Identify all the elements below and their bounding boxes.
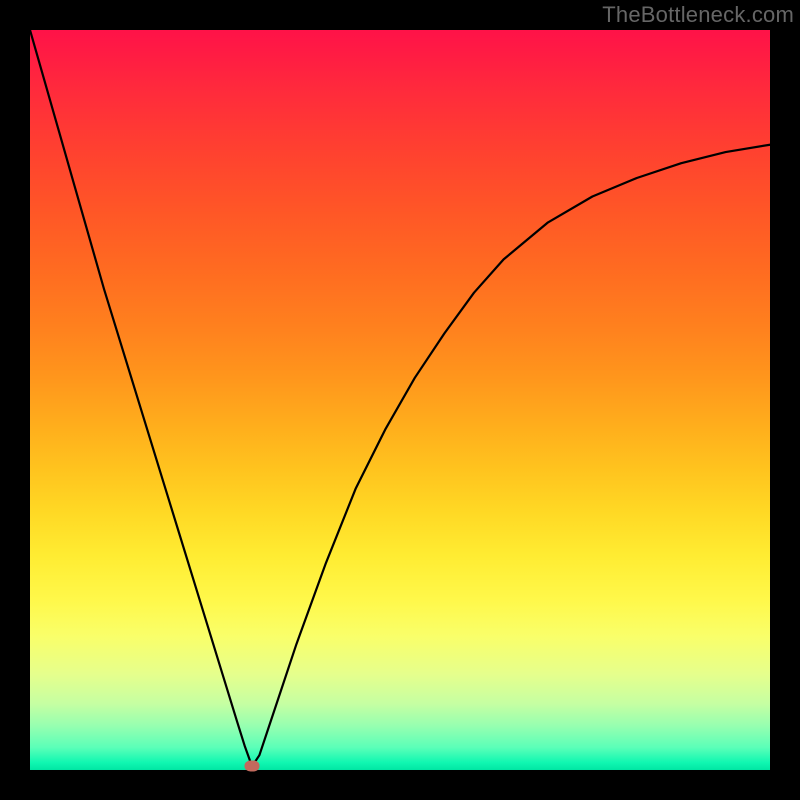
chart-container: TheBottleneck.com	[0, 0, 800, 800]
watermark-text: TheBottleneck.com	[602, 2, 794, 28]
curve-layer	[30, 30, 770, 770]
bottleneck-curve	[30, 30, 770, 766]
minimum-marker	[245, 761, 260, 772]
